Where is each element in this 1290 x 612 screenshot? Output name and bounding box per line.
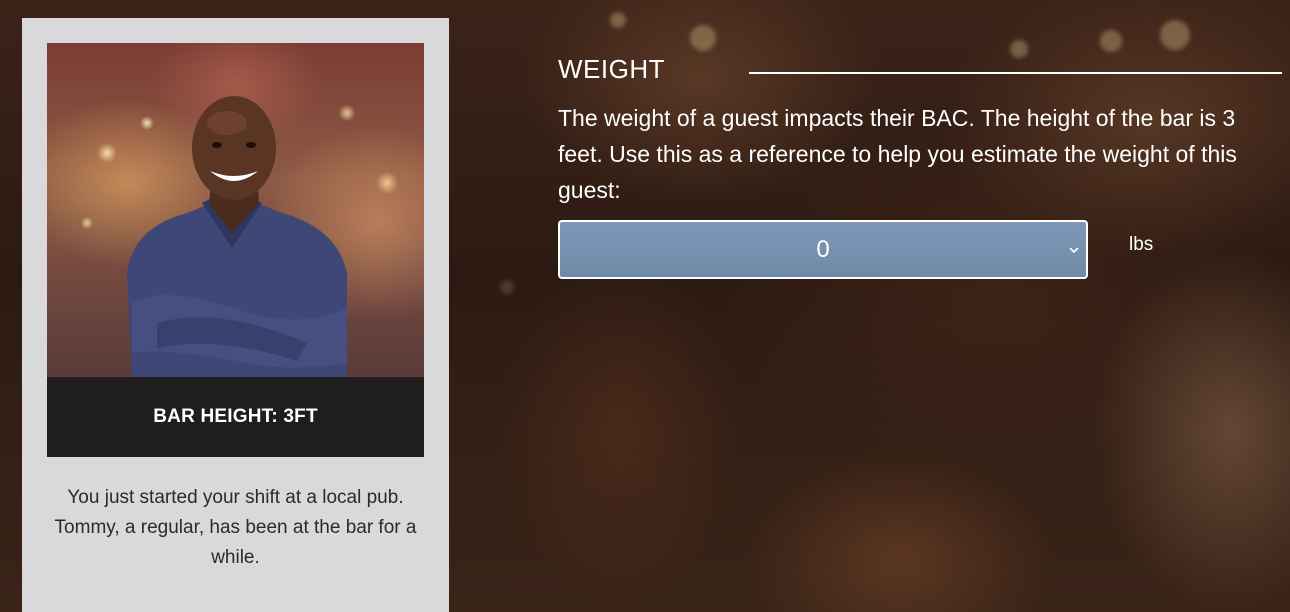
weight-select-value: 0 <box>816 235 830 263</box>
scenario-story-text: You just started your shift at a local p… <box>54 487 417 568</box>
bar-height-caption: BAR HEIGHT: 3FT <box>47 377 424 457</box>
weight-unit-label: lbs <box>1129 234 1154 255</box>
weight-select[interactable]: 0 <box>558 220 1088 279</box>
scenario-card: BAR HEIGHT: 3FT You just started your sh… <box>22 18 449 612</box>
guest-photo <box>47 43 424 377</box>
chevron-down-icon <box>1069 247 1079 253</box>
section-title: WEIGHT <box>558 54 665 84</box>
guest-figure <box>127 96 347 377</box>
section-description: The weight of a guest impacts their BAC.… <box>558 105 1237 203</box>
title-divider <box>749 72 1282 74</box>
